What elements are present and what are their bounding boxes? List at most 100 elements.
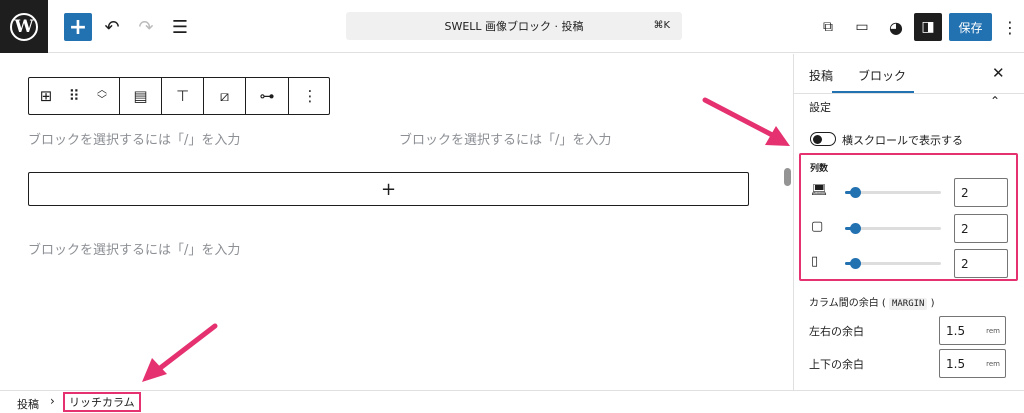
align-group: ▤ (120, 78, 162, 114)
column-count-row-pc: 💻︎ 2 (801, 175, 1016, 209)
horizontal-gap-input[interactable]: 1.5 rem (939, 316, 1006, 345)
tab-block[interactable]: ブロック (858, 67, 906, 84)
horizontal-scroll-toggle[interactable] (810, 132, 836, 146)
tablet-icon: ▢ (811, 219, 824, 234)
redo-button[interactable]: ↷ (132, 13, 160, 41)
wordpress-logo-button[interactable]: W (0, 0, 48, 53)
block-placeholder[interactable]: ブロックを選択するには「/」を入力 (28, 239, 240, 258)
slider-thumb[interactable] (849, 258, 861, 269)
add-block-button[interactable]: + (64, 13, 92, 41)
list-view-icon: ☰ (171, 16, 189, 38)
editor-canvas: ⊞ ⠿ ︿ ﹀ ▤ ⊤ ⧄ ⊶ ⋮ ブロックを選択するには「/」を入力 ブロックを… (0, 54, 781, 390)
collapse-section-button[interactable]: ⌃ (990, 94, 1000, 108)
sidebar-tabs: 投稿 ブロック ✕ (794, 54, 1024, 94)
horizontal-gap-label: 左右の余白 (809, 325, 864, 338)
device-visibility-button[interactable]: ⧄ (204, 78, 245, 114)
column-count-row-tablet: ▢ 2 (801, 211, 1016, 245)
horizontal-gap-value: 1.5 (946, 323, 966, 338)
swell-leaf-icon: ◕ (889, 17, 903, 37)
close-sidebar-button[interactable]: ✕ (992, 64, 1005, 82)
column-slider-pc[interactable] (845, 187, 941, 198)
column-count-input-mobile[interactable]: 2 (954, 249, 1008, 278)
margin-heading-close: ) (930, 298, 935, 309)
horizontal-scroll-label: 横スクロールで表示する (842, 134, 963, 147)
redo-icon: ↷ (138, 16, 154, 38)
width-group: ⊶ (246, 78, 289, 114)
width-icon: ⊶ (259, 87, 275, 105)
view-post-button[interactable]: ⧉ (814, 13, 842, 41)
more-vertical-icon: ⋮ (1002, 17, 1018, 37)
plus-icon: + (380, 178, 397, 200)
command-bar-title: SWELL 画像ブロック · 投稿 (444, 20, 584, 33)
settings-sidebar: 投稿 ブロック ✕ 設定 ⌃ 横スクロールで表示する 列数 💻︎ 2 ▢ 2 ▯… (793, 54, 1024, 390)
document-overview-button[interactable]: ☰ (166, 13, 194, 41)
columns-icon: ⊞ (39, 87, 53, 105)
block-appender-button[interactable]: + (28, 172, 749, 206)
preview-button[interactable]: ▭ (848, 13, 876, 41)
vertical-gap-value: 1.5 (946, 356, 966, 371)
vertical-gap-label: 上下の余白 (809, 358, 864, 371)
columns-label: 列数 (810, 164, 829, 174)
visibility-group: ⧄ (204, 78, 246, 114)
save-button[interactable]: 保存 (949, 13, 992, 41)
undo-button[interactable]: ↶ (98, 13, 126, 41)
move-block-buttons[interactable]: ︿ ﹀ (85, 78, 119, 114)
resize-handle[interactable] (784, 168, 791, 186)
close-icon: ✕ (992, 64, 1005, 82)
options-button[interactable]: ⋮ (996, 13, 1024, 41)
hide-device-icon: ⧄ (219, 87, 230, 105)
column-slider-mobile[interactable] (845, 258, 941, 269)
settings-section-title[interactable]: 設定 (809, 99, 831, 115)
horizontal-gap-unit[interactable]: rem (986, 327, 1000, 335)
block-placeholder[interactable]: ブロックを選択するには「/」を入力 (399, 129, 611, 148)
phone-icon: ▯ (811, 254, 819, 269)
drag-icon: ⠿ (68, 87, 80, 105)
desktop-icon: ▭ (855, 19, 869, 35)
laptop-icon: 💻︎ (811, 183, 828, 198)
toggle-knob (813, 134, 822, 144)
breadcrumb-root[interactable]: 投稿 (17, 396, 39, 412)
column-count-row-mobile: ▯ 2 (801, 246, 1016, 280)
width-button[interactable]: ⊶ (246, 78, 288, 114)
vertical-align-group: ⊤ (162, 78, 204, 114)
block-toolbar: ⊞ ⠿ ︿ ﹀ ▤ ⊤ ⧄ ⊶ ⋮ (28, 77, 330, 115)
editor-header: W + ↶ ↷ ☰ SWELL 画像ブロック · 投稿 ⌘K ⧉ ▭ ◕ ◨ 保… (0, 0, 1024, 53)
active-tab-indicator (832, 91, 914, 93)
block-placeholder[interactable]: ブロックを選択するには「/」を入力 (28, 129, 240, 148)
block-type-button[interactable]: ⊞ (29, 78, 63, 114)
slider-thumb[interactable] (849, 223, 861, 234)
settings-sidebar-toggle[interactable]: ◨ (914, 13, 942, 41)
margin-code: MARGIN (888, 298, 928, 310)
block-breadcrumb: 投稿 › リッチカラム (0, 390, 1024, 413)
column-count-input-pc[interactable]: 2 (954, 178, 1008, 207)
swell-button[interactable]: ◕ (882, 13, 910, 41)
undo-icon: ↶ (104, 16, 120, 38)
column-count-input-tablet[interactable]: 2 (954, 214, 1008, 243)
drag-handle[interactable]: ⠿ (63, 78, 85, 114)
align-button[interactable]: ▤ (120, 78, 161, 114)
more-vertical-icon: ⋮ (302, 87, 318, 105)
vertical-align-button[interactable]: ⊤ (162, 78, 203, 114)
block-options-button[interactable]: ⋮ (289, 78, 331, 114)
align-top-icon: ⊤ (175, 87, 190, 105)
breadcrumb-separator: › (50, 394, 55, 408)
external-link-icon: ⧉ (823, 19, 833, 35)
sidebar-icon: ◨ (921, 19, 935, 35)
slider-thumb[interactable] (849, 187, 861, 198)
tab-post[interactable]: 投稿 (809, 67, 833, 84)
more-group: ⋮ (289, 78, 331, 114)
columns-setting-panel: 列数 💻︎ 2 ▢ 2 ▯ 2 (799, 153, 1018, 281)
wordpress-icon: W (10, 12, 38, 41)
chevron-down-icon: ﹀ (97, 95, 107, 106)
column-slider-tablet[interactable] (845, 223, 941, 234)
vertical-gap-unit[interactable]: rem (986, 360, 1000, 368)
align-center-icon: ▤ (133, 87, 148, 105)
command-shortcut: ⌘K (653, 20, 670, 31)
command-palette-bar[interactable]: SWELL 画像ブロック · 投稿 ⌘K (346, 12, 682, 40)
breadcrumb-current[interactable]: リッチカラム (63, 392, 141, 412)
column-margin-heading: カラム間の余白 ( MARGIN ) (809, 294, 935, 310)
margin-heading-text: カラム間の余白 ( (809, 298, 886, 309)
block-switcher-group: ⊞ ⠿ ︿ ﹀ (29, 78, 120, 114)
vertical-gap-input[interactable]: 1.5 rem (939, 349, 1006, 378)
chevron-up-icon: ⌃ (990, 94, 1001, 108)
